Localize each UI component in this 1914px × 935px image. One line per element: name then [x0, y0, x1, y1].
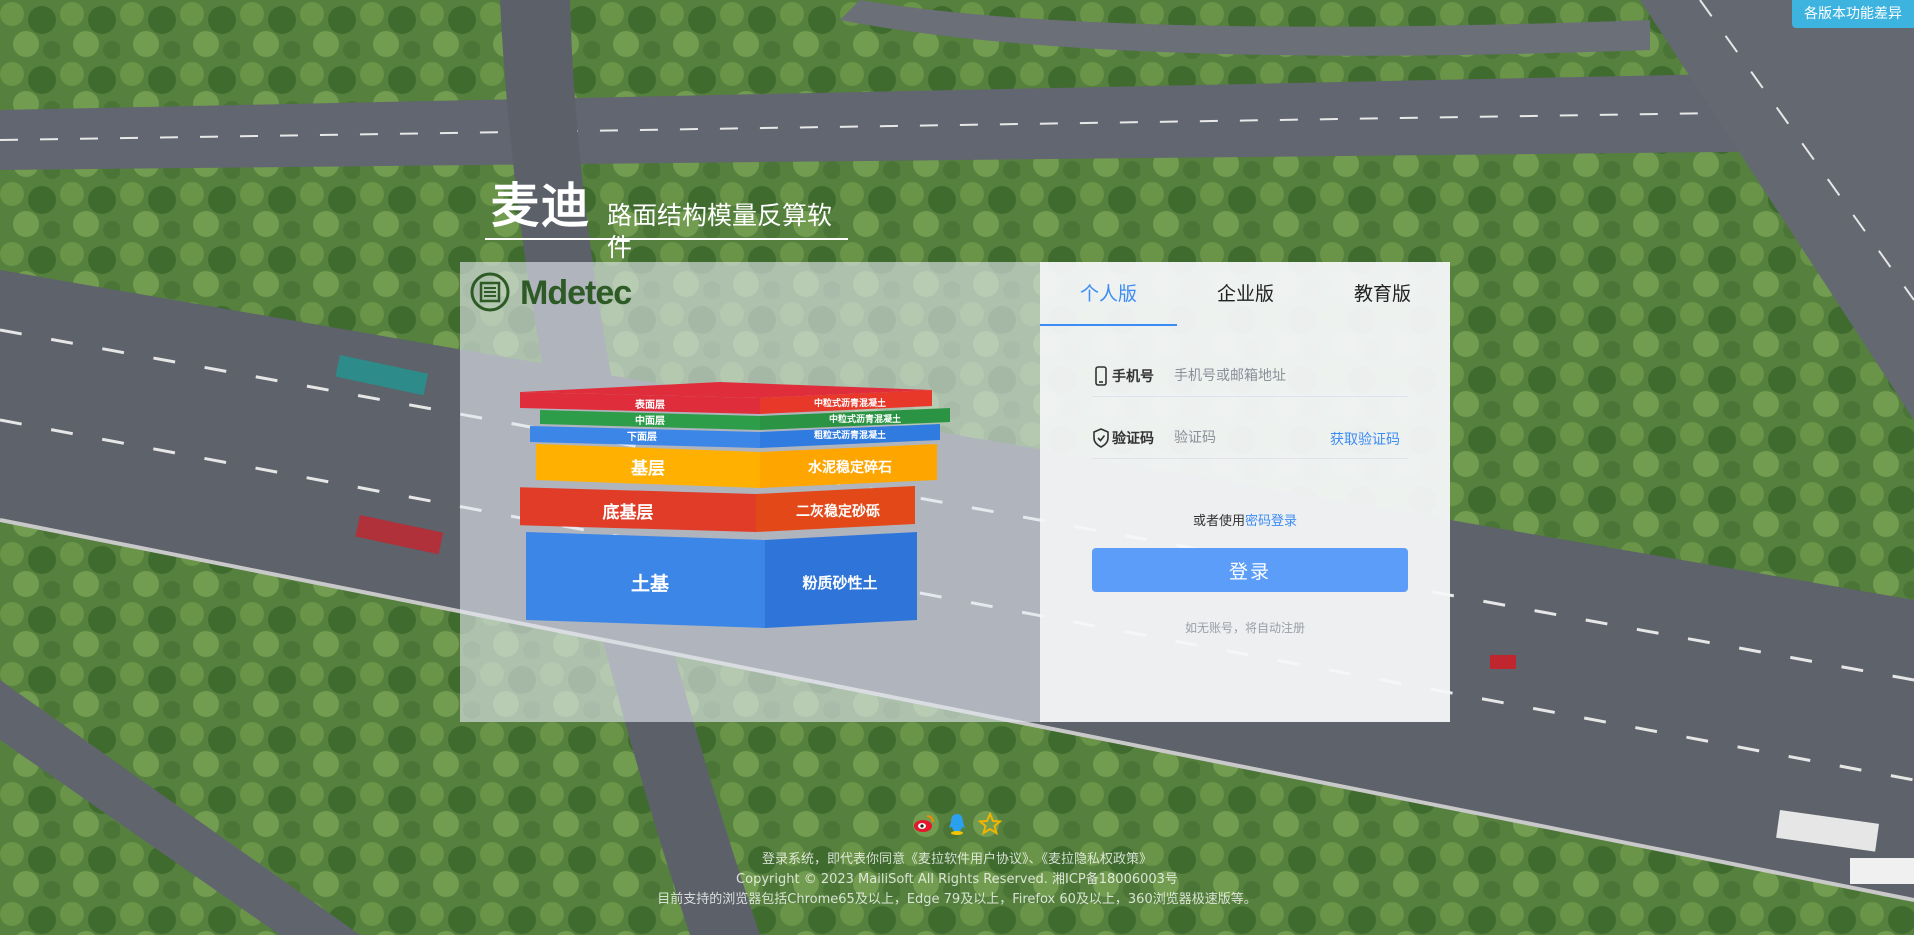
- footer-browser-support: 目前支持的浏览器包括Chrome65及以上，Edge 79及以上，Firefox…: [657, 892, 1257, 907]
- password-login-link[interactable]: 密码登录: [1245, 514, 1297, 529]
- tab-personal[interactable]: 个人版: [1040, 262, 1177, 326]
- tab-enterprise[interactable]: 企业版: [1177, 262, 1314, 326]
- star-icon[interactable]: [977, 811, 1003, 836]
- phone-input[interactable]: [1172, 362, 1326, 390]
- layer-label-left-1: 表面层: [634, 398, 665, 411]
- layer-label-left-2: 中面层: [635, 414, 665, 427]
- social-links: [912, 811, 1008, 836]
- layer-label-right-3: 粗粒式沥青混凝土: [814, 429, 886, 441]
- alt-login: 或者使用密码登录: [1040, 510, 1450, 529]
- phone-label: 手机号: [1112, 369, 1154, 385]
- qq-icon[interactable]: [945, 812, 969, 836]
- layer-label-left-4: 基层: [630, 458, 665, 479]
- illustration-panel: Mdetec 土基 粉质砂性土 底基层 二灰稳定砂砾 基层 水泥稳定碎石 下面层…: [460, 262, 1040, 722]
- brand-name: 麦迪: [491, 178, 592, 234]
- layer-label-left-6: 土基: [631, 572, 670, 595]
- brand-header: 麦迪 路面结构模量反算软件: [485, 178, 848, 262]
- brand-tagline: 路面结构模量反算软件: [607, 201, 833, 262]
- code-field: 验证码 获取验证码: [1092, 418, 1408, 459]
- login-form-panel: 个人版 企业版 教育版 手机号 验证码 获取验证码 或者使用密码登录 登: [1040, 262, 1450, 722]
- layer-label-right-4: 水泥稳定碎石: [808, 459, 892, 476]
- road-logo-icon: [470, 272, 510, 312]
- active-tab-indicator: [1040, 324, 1177, 326]
- layer-label-right-1: 中粒式沥青混凝土: [814, 397, 886, 409]
- auto-register-hint: 如无账号，将自动注册: [1184, 621, 1305, 635]
- tab-education[interactable]: 教育版: [1314, 262, 1451, 326]
- alt-login-prefix: 或者使用: [1192, 514, 1245, 529]
- version-diff-button[interactable]: 各版本功能差异: [1792, 0, 1914, 28]
- brand-underline: [485, 238, 848, 240]
- pavement-layers-illustration: 土基 粉质砂性土 底基层 二灰稳定砂砾 基层 水泥稳定碎石 下面层 粗粒式沥青混…: [520, 382, 950, 628]
- code-input[interactable]: [1172, 424, 1326, 452]
- layer-label-right-5: 二灰稳定砂砾: [796, 503, 880, 520]
- layer-label-left-5: 底基层: [603, 502, 654, 523]
- login-card: Mdetec 土基 粉质砂性土 底基层 二灰稳定砂砾 基层 水泥稳定碎石 下面层…: [460, 262, 1450, 722]
- footer-copyright: Copyright © 2023 MailiSoft All Rights Re…: [736, 872, 1178, 887]
- weibo-icon[interactable]: [912, 812, 936, 836]
- phone-field: 手机号: [1092, 356, 1408, 397]
- shield-icon: [1093, 428, 1109, 448]
- edition-tabs: 个人版 企业版 教育版: [1040, 262, 1450, 326]
- logo-text: Mdetec: [520, 274, 632, 312]
- code-label: 验证码: [1112, 431, 1154, 447]
- layer-label-left-3: 下面层: [627, 431, 657, 443]
- layer-label-right-6: 粉质砂性土: [802, 574, 877, 592]
- login-button[interactable]: 登录: [1092, 548, 1408, 592]
- get-code-link[interactable]: 获取验证码: [1330, 429, 1400, 449]
- layer-label-right-2: 中粒式沥青混凝土: [829, 413, 901, 425]
- footer-agreement: 登录系统，即代表你同意《麦拉软件用户协议》、《麦拉隐私权政策》: [761, 852, 1152, 867]
- phone-icon: [1095, 366, 1107, 386]
